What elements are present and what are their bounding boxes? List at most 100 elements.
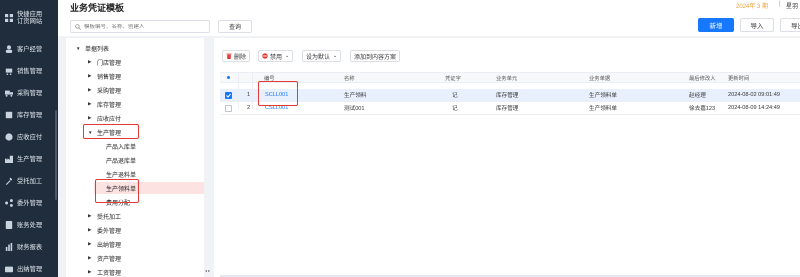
page-header: 业务凭证模板 查询 2024年 3 期 | 星羽 新增 导入 导出 (58, 0, 800, 36)
row-code-link[interactable]: SCLL001 (265, 89, 288, 101)
tree-node-production[interactable]: ▼ 生产管理 (88, 126, 121, 138)
caret-right-icon: ▶ (88, 115, 92, 120)
nav-scrollbar[interactable] (55, 110, 57, 200)
search-icon (75, 23, 81, 30)
add-to-content-plan-button[interactable]: 添加到内容方案 (350, 50, 401, 62)
factory-icon (5, 155, 13, 163)
grid-header: 编号 名称 凭证字 业务单元 业务单据 最后修改人 更新时间 (220, 72, 800, 83)
set-default-button[interactable]: 设为默认 ⌄ (302, 50, 342, 62)
new-button[interactable]: 新增 (698, 18, 734, 32)
tree-node-entrusted[interactable]: ▶ 受托加工 (88, 210, 121, 222)
row-checkbox[interactable] (225, 89, 232, 101)
import-button[interactable]: 导入 (740, 18, 774, 32)
caret-right-icon: ▶ (88, 227, 92, 232)
row-checkbox[interactable] (225, 102, 232, 114)
row-biz-unit: 库存管理 (496, 93, 519, 99)
nav-item-accounting[interactable]: 账务处理 (0, 214, 58, 236)
header-separator: | (779, 1, 781, 7)
nav-item-quick-apps[interactable]: 快捷应用 订货网站 (0, 6, 58, 30)
nav-item-cashier[interactable]: 出纳管理 (0, 258, 58, 277)
row-modifier: 徐去嘉123 (689, 106, 716, 112)
nav-item-label: 采购管理 (17, 89, 43, 97)
caret-right-icon: ▶ (88, 73, 92, 78)
query-button[interactable]: 查询 (218, 20, 252, 33)
delete-button[interactable]: 删除 (222, 50, 251, 62)
disable-icon (262, 53, 268, 59)
tree-node-purchase[interactable]: ▶ 采购管理 (88, 84, 121, 96)
nav-item-sales[interactable]: 销售管理 (0, 60, 58, 82)
caret-down-icon: ▼ (88, 129, 93, 135)
caret-down-icon: ▼ (76, 45, 81, 51)
nav-item-label: 财务报表 (17, 243, 43, 251)
nav-item-label: 受托加工 (17, 177, 43, 185)
users-icon (5, 45, 13, 53)
tree-node-product-inbound[interactable]: 产品入库单 (106, 140, 136, 152)
caret-right-icon: ▶ (88, 213, 92, 218)
row-updated: 2024-08-09 14:24:49 (728, 105, 780, 111)
row-biz-doc: 生产领料单 (589, 93, 617, 99)
caret-right-icon: ▶ (88, 269, 92, 274)
caret-right-icon: ▶ (88, 101, 92, 106)
tree-node-sales[interactable]: ▶ 销售管理 (88, 70, 121, 82)
trash-icon (226, 53, 232, 59)
tree-node-doc-list[interactable]: ▼ 单据列表 (76, 42, 109, 54)
nav-item-entrusted[interactable]: 受托加工 (0, 170, 58, 192)
col-biz-doc[interactable]: 业务单据 (589, 73, 610, 82)
row-biz-doc: 生产领料单 (589, 106, 617, 112)
tree-node-cashier[interactable]: ▶ 出纳管理 (88, 238, 121, 250)
row-code-link[interactable]: CSLL001 (265, 102, 288, 114)
disable-button[interactable]: 禁用 ⌄ (258, 50, 294, 62)
select-all-indicator[interactable] (227, 73, 230, 82)
tree-node-assets[interactable]: ▶ 资产管理 (88, 252, 121, 264)
tree-node-receivable[interactable]: ▶ 应收应付 (88, 112, 121, 124)
template-list-panel: 删除 禁用 ⌄ 设为默认 ⌄ 添加到内容方案 编号 名称 凭证字 业务单元 业务… (214, 38, 800, 277)
check-icon (226, 93, 231, 98)
col-biz-unit[interactable]: 业务单元 (496, 73, 517, 82)
row-voucher-word: 记 (452, 93, 458, 99)
col-voucher-word[interactable]: 凭证字 (445, 73, 461, 82)
tree-node-store[interactable]: ▶ 门店管理 (88, 56, 121, 68)
panel-splitter[interactable]: ◂ ▸ (204, 38, 214, 277)
dot-icon (227, 76, 230, 79)
search-input[interactable] (84, 23, 204, 30)
wallet-icon (5, 266, 13, 273)
nav-item-receivable[interactable]: 应收应付 (0, 126, 58, 148)
tree-node-outsourcing[interactable]: ▶ 委外管理 (88, 224, 121, 236)
col-name[interactable]: 名称 (344, 73, 355, 82)
tree-node-cost-allocation[interactable]: 费用分配 (106, 196, 130, 208)
truck-icon (5, 90, 13, 97)
nav-item-financial-reports[interactable]: 财务报表 (0, 236, 58, 258)
period-label[interactable]: 2024年 3 期 (736, 1, 768, 10)
row-modifier: 赵经理 (689, 93, 706, 99)
search-box[interactable] (70, 20, 210, 33)
export-button[interactable]: 导出 (780, 18, 800, 32)
row-biz-unit: 库存管理 (496, 106, 519, 112)
row-name: 测试001 (344, 106, 365, 112)
col-modifier[interactable]: 最后修改人 (689, 73, 716, 82)
tree-node-inventory[interactable]: ▶ 库存管理 (88, 98, 121, 110)
page-title: 业务凭证模板 (70, 3, 125, 13)
table-row[interactable]: 1 SCLL001 生产领料 记 库存管理 生产领料单 赵经理 2024-08-… (220, 89, 800, 102)
report-icon (5, 243, 13, 251)
tree-node-material-return[interactable]: 生产退料单 (106, 168, 136, 180)
row-index: 2 (247, 105, 251, 111)
chevron-down-icon: ⌄ (285, 53, 290, 59)
nav-item-label: 客户经营 (17, 45, 43, 53)
col-code[interactable]: 编号 (264, 73, 275, 82)
column-divider (252, 72, 253, 109)
app-root: 快捷应用 订货网站 客户经营 销售管理 采购管理 库存管理 应收应付 生产管理 (0, 0, 800, 277)
main-nav: 快捷应用 订货网站 客户经营 销售管理 采购管理 库存管理 应收应付 生产管理 (0, 0, 58, 277)
account-name[interactable]: 星羽 (786, 1, 798, 10)
nav-item-inventory[interactable]: 库存管理 (0, 104, 58, 126)
nav-item-purchase[interactable]: 采购管理 (0, 82, 58, 104)
table-row[interactable]: 2 CSLL001 测试001 记 库存管理 生产领料单 徐去嘉123 2024… (220, 102, 800, 115)
nav-item-customer[interactable]: 客户经营 (0, 38, 58, 60)
tree-node-material-requisition[interactable]: 生产领料单 (94, 182, 204, 194)
nav-item-label: 库存管理 (17, 111, 43, 119)
nav-item-outsourcing[interactable]: 委外管理 (0, 192, 58, 214)
col-updated[interactable]: 更新时间 (728, 73, 749, 82)
tree-node-product-return[interactable]: 产品退库单 (106, 154, 136, 166)
tree-node-payroll[interactable]: ▶ 工资管理 (88, 266, 121, 277)
nav-item-production[interactable]: 生产管理 (0, 148, 58, 170)
grid-icon (5, 14, 13, 22)
